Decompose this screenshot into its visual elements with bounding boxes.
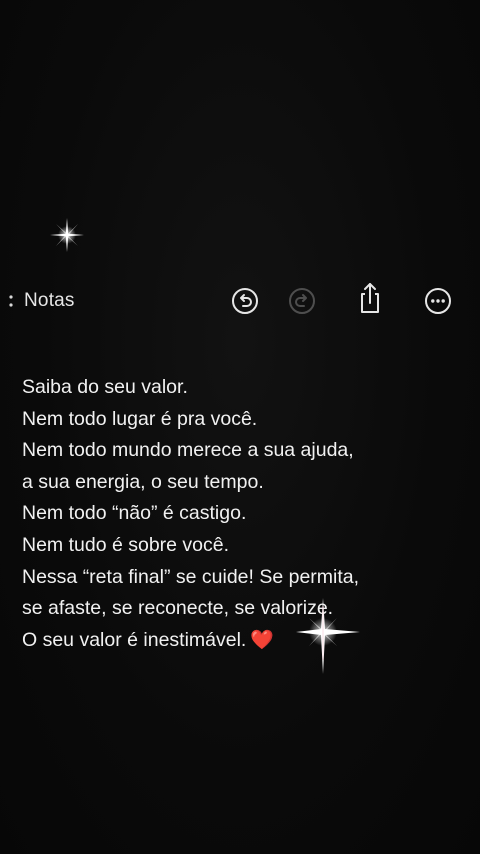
heart-emoji: ❤️ bbox=[250, 629, 275, 651]
redo-button[interactable] bbox=[287, 286, 317, 316]
note-line: se afaste, se reconecte, se valorize. bbox=[22, 597, 334, 620]
note-line: a sua energia, o seu tempo. bbox=[22, 470, 264, 493]
share-button[interactable] bbox=[355, 283, 385, 313]
note-line: Nem todo lugar é pra você. bbox=[22, 407, 258, 430]
more-circle-icon bbox=[425, 288, 451, 314]
note-line-last: O seu valor é inestimável. ❤️ bbox=[22, 625, 462, 657]
undo-circle-icon bbox=[232, 288, 258, 314]
notes-toolbar: Notas bbox=[0, 280, 480, 322]
chevron-left-icon bbox=[9, 295, 13, 307]
note-line: Saiba do seu valor. bbox=[22, 376, 188, 398]
note-line: Nem todo “não” é castigo. bbox=[22, 502, 247, 525]
back-label: Notas bbox=[24, 290, 75, 311]
notes-screen: Notas Saiba do seu valor. Nem todo lugar… bbox=[0, 0, 480, 854]
note-line: Nem tudo é sobre você. bbox=[22, 533, 230, 556]
sparkle-icon bbox=[296, 598, 360, 674]
back-button[interactable]: Notas bbox=[8, 284, 75, 318]
note-line: Nessa “reta final” se cuide! Se permita, bbox=[22, 565, 360, 588]
undo-button[interactable] bbox=[230, 286, 260, 316]
note-line: Nem todo mundo merece a sua ajuda, bbox=[22, 439, 354, 462]
sparkle-icon bbox=[50, 218, 84, 252]
note-line-text: O seu valor é inestimável. bbox=[22, 628, 247, 651]
share-icon bbox=[361, 283, 379, 313]
note-body[interactable]: Saiba do seu valor. Nem todo lugar é pra… bbox=[22, 372, 462, 656]
more-button[interactable] bbox=[423, 286, 453, 316]
redo-circle-icon bbox=[289, 288, 315, 314]
